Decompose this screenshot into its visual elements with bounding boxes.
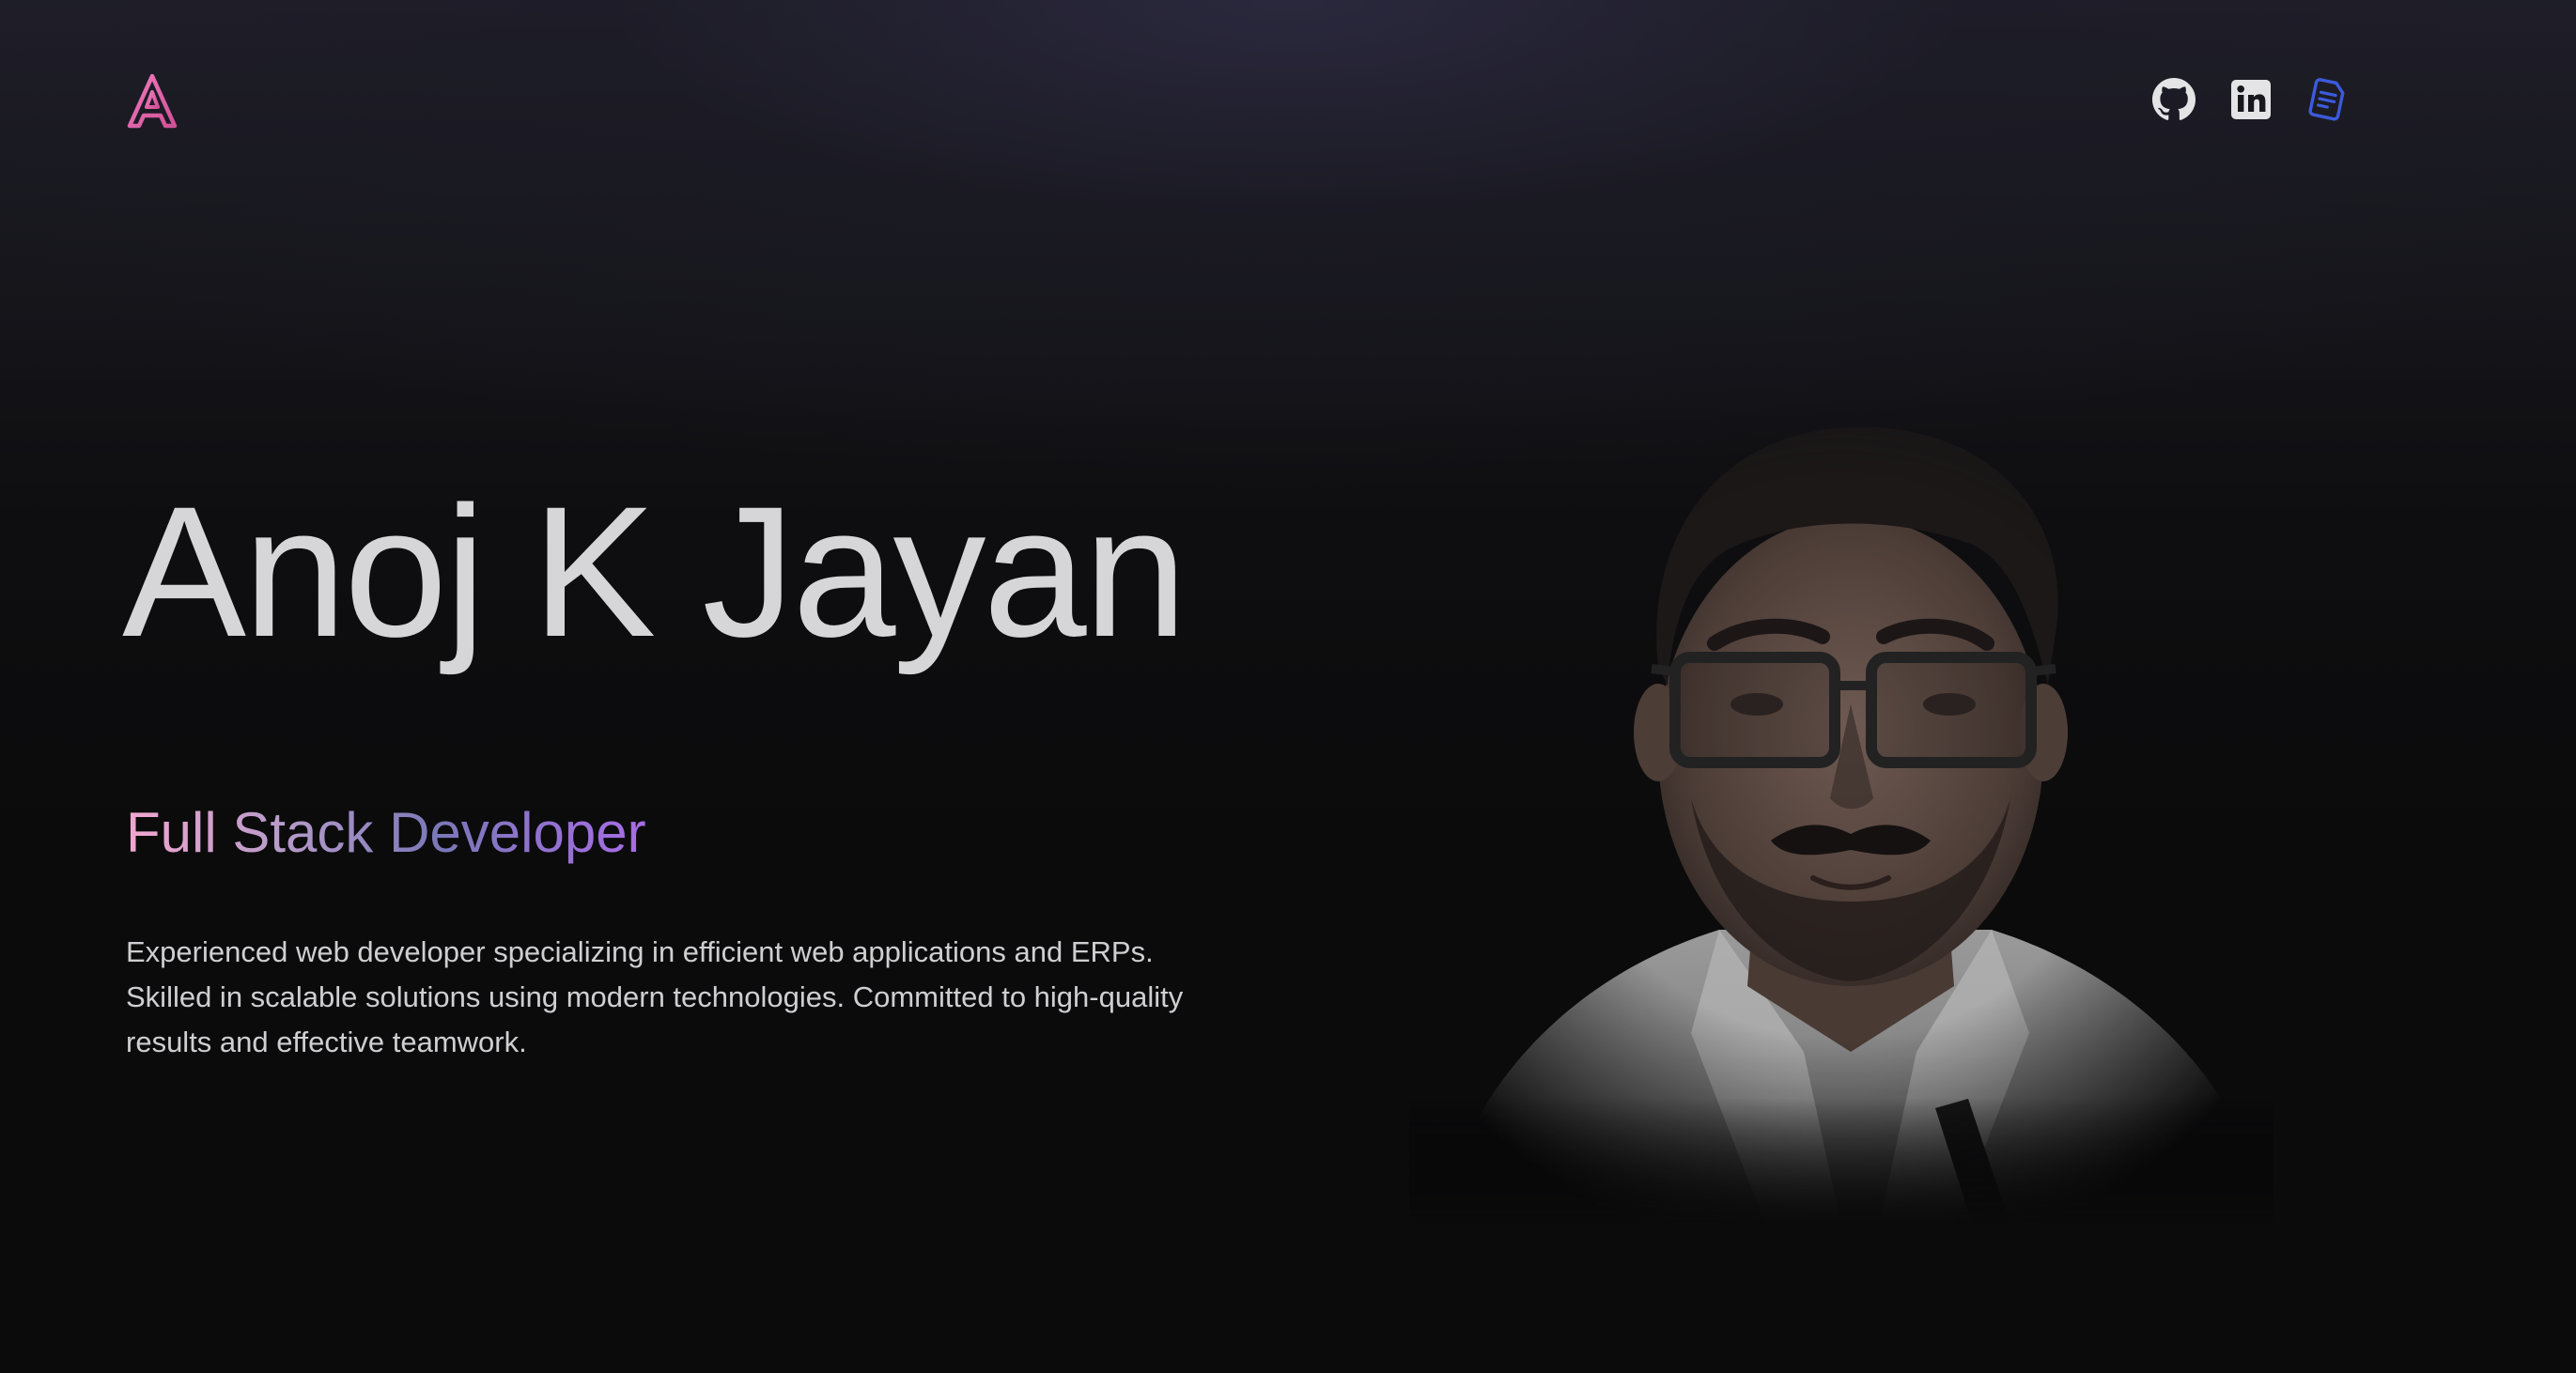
- social-links: [2151, 77, 2351, 122]
- resume-document-icon[interactable]: [2305, 77, 2351, 122]
- hero-name: Anoj K Jayan: [122, 468, 1187, 675]
- site-logo-icon[interactable]: [126, 73, 178, 130]
- hero-role: Full Stack Developer: [126, 801, 646, 864]
- linkedin-icon[interactable]: [2228, 77, 2273, 122]
- github-icon[interactable]: [2151, 77, 2196, 122]
- portfolio-hero-page: Anoj K Jayan Full Stack Developer Experi…: [0, 0, 2576, 1373]
- profile-photo: [1409, 376, 2273, 1226]
- hero-description: Experienced web developer specializing i…: [126, 935, 1184, 1058]
